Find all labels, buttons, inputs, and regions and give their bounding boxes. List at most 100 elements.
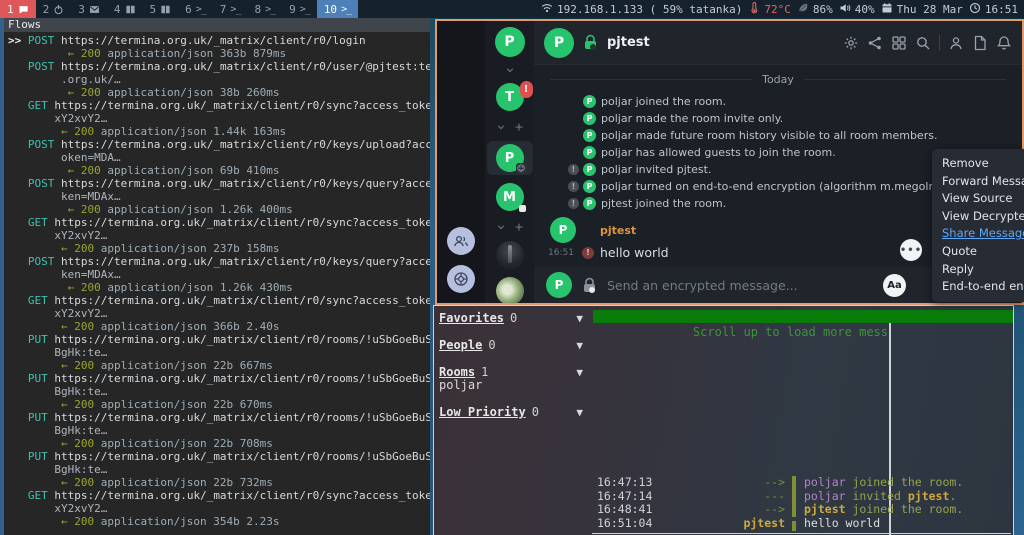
flow-request-line: GET https://termina.org.uk/_matrix/clien… — [8, 216, 430, 229]
search-icon[interactable] — [915, 35, 931, 51]
menu-item-share-message[interactable]: Share Message — [942, 225, 1024, 243]
format-button[interactable]: Aa — [883, 274, 906, 297]
flow-entry[interactable]: POST https://termina.org.uk/_matrix/clie… — [8, 138, 430, 177]
flow-cursor — [8, 255, 28, 268]
terminal-icon: >_ — [300, 4, 310, 15]
flow-meta: application/json 38b 260ms — [101, 86, 280, 99]
room-avatar-photo[interactable] — [496, 277, 524, 305]
people-fab-button[interactable] — [447, 227, 475, 255]
file-icon[interactable] — [972, 35, 988, 51]
flow-url-wrap: BgHk:te… — [8, 463, 430, 476]
add-room-icon[interactable] — [514, 117, 524, 136]
flow-entry[interactable]: PUT https://termina.org.uk/_matrix/clien… — [8, 411, 430, 450]
workspace-number: 4 — [114, 3, 121, 16]
status-net: 192.168.1.133 ( 59% tatanka) — [541, 2, 742, 17]
flow-response-line: ← 200 application/json 22b 708ms — [8, 437, 430, 450]
flow-entry[interactable]: >> POST https://termina.org.uk/_matrix/c… — [8, 34, 430, 60]
workspace-8[interactable]: 8>_ — [247, 0, 282, 18]
room-avatar-t[interactable]: T! — [496, 83, 524, 111]
workspace-10[interactable]: 10>_ — [317, 0, 358, 18]
power-icon — [53, 4, 64, 15]
flow-request-line: GET https://termina.org.uk/_matrix/clien… — [8, 294, 430, 307]
room-avatar[interactable]: P — [544, 28, 574, 58]
mitmproxy-window: Flows >> POST https://termina.org.uk/_ma… — [0, 18, 430, 535]
menu-item-forward-message[interactable]: Forward Message — [942, 173, 1024, 191]
status-area: 192.168.1.133 ( 59% tatanka)72°C86%40%Th… — [541, 2, 1024, 17]
flow-meta: application/json 22b 667ms — [94, 359, 273, 372]
room-avatar-m[interactable]: M — [496, 183, 524, 211]
flow-entry[interactable]: POST https://termina.org.uk/_matrix/clie… — [8, 177, 430, 216]
menu-item-reply[interactable]: Reply — [942, 261, 1024, 279]
status-vol: 40% — [839, 2, 875, 17]
menu-item-view-source[interactable]: View Source — [942, 190, 1024, 208]
timeline-event[interactable]: Ppoljar made future room history visible… — [534, 127, 1022, 144]
workspace-6[interactable]: 6>_ — [178, 0, 213, 18]
terminal-message: 16:48:41-->pjtest joined the room. — [597, 503, 887, 517]
workspace-9[interactable]: 9>_ — [282, 0, 317, 18]
flow-entry[interactable]: GET https://termina.org.uk/_matrix/clien… — [8, 216, 430, 255]
add-room-icon[interactable] — [514, 217, 524, 236]
workspace-2[interactable]: 2 — [36, 0, 72, 18]
flow-entry[interactable]: GET https://termina.org.uk/_matrix/clien… — [8, 294, 430, 333]
collapse-triangle-icon[interactable]: ▼ — [576, 312, 583, 325]
flow-entry[interactable]: POST https://termina.org.uk/_matrix/clie… — [8, 255, 430, 294]
workspace-1[interactable]: 1 — [0, 0, 36, 18]
room-avatar-p[interactable]: P☺ — [496, 144, 524, 172]
collapse-triangle-icon[interactable]: ▼ — [576, 339, 583, 352]
collapse-triangle-icon[interactable]: ▼ — [576, 406, 583, 419]
message-input[interactable]: Send an encrypted message... — [607, 278, 873, 293]
message-options-button[interactable]: ••• — [900, 239, 922, 261]
flow-entry[interactable]: PUT https://termina.org.uk/_matrix/clien… — [8, 333, 430, 372]
flow-method: PUT — [28, 411, 48, 424]
chevron-down-icon[interactable] — [505, 65, 515, 75]
room-entry[interactable]: poljar — [439, 379, 589, 392]
flow-list[interactable]: >> POST https://termina.org.uk/_matrix/c… — [4, 32, 430, 528]
sender-avatar[interactable]: P — [550, 217, 576, 243]
menu-item-end-to-end-encry[interactable]: End-to-end encry — [942, 278, 1024, 296]
event-avatar: P — [583, 146, 596, 159]
flow-entry[interactable]: GET https://termina.org.uk/_matrix/clien… — [8, 99, 430, 138]
flow-request-line: PUT https://termina.org.uk/_matrix/clien… — [8, 411, 430, 424]
workspace-4[interactable]: 4 — [107, 0, 143, 18]
flow-meta: application/json 366b 2.40s — [94, 320, 279, 333]
top-bar: 123456>_7>_8>_9>_10>_ 192.168.1.133 ( 59… — [0, 0, 1024, 18]
flow-cursor — [8, 411, 28, 424]
flow-response-line: ← 200 application/json 69b 410ms — [8, 164, 430, 177]
menu-item-view-decrypted-s[interactable]: View Decrypted S — [942, 208, 1024, 226]
workspace-3[interactable]: 3 — [71, 0, 107, 18]
section-header[interactable]: Low Priority0▼ — [439, 406, 589, 419]
menu-item-quote[interactable]: Quote — [942, 243, 1024, 261]
timeline-event[interactable]: Ppoljar made the room invite only. — [534, 110, 1022, 127]
status-net-text: 192.168.1.133 ( 59% tatanka) — [557, 3, 742, 16]
help-fab-button[interactable] — [447, 265, 475, 293]
chevron-down-icon[interactable] — [496, 217, 506, 236]
flow-status: ← 200 — [8, 515, 94, 528]
workspace-number: 6 — [185, 3, 192, 16]
bell-icon[interactable] — [996, 35, 1012, 51]
sender-name: pjtest — [600, 224, 636, 237]
flow-entry[interactable]: POST https://termina.org.uk/_matrix/clie… — [8, 60, 430, 99]
flow-entry[interactable]: PUT https://termina.org.uk/_matrix/clien… — [8, 372, 430, 411]
status-bar-green — [593, 310, 1013, 323]
day-divider: Today — [534, 73, 1022, 86]
flow-entry[interactable]: GET https://termina.org.uk/_matrix/clien… — [8, 489, 430, 528]
gear-icon[interactable] — [843, 35, 859, 51]
timeline-event[interactable]: Ppoljar joined the room. — [534, 93, 1022, 110]
section-count: 0 — [532, 406, 539, 419]
menu-item-remove[interactable]: Remove — [942, 155, 1024, 173]
collapse-triangle-icon[interactable]: ▼ — [576, 366, 583, 379]
section-header[interactable]: Favorites0▼ — [439, 312, 589, 325]
thermometer-icon — [748, 2, 760, 17]
workspace-7[interactable]: 7>_ — [213, 0, 248, 18]
section-header[interactable]: People0▼ — [439, 339, 589, 352]
flow-entry[interactable]: PUT https://termina.org.uk/_matrix/clien… — [8, 450, 430, 489]
share-icon[interactable] — [867, 35, 883, 51]
grid-icon[interactable] — [891, 35, 907, 51]
room-avatar-tower[interactable] — [496, 241, 524, 269]
chevron-down-icon[interactable] — [496, 117, 506, 136]
flow-method: POST — [28, 138, 55, 151]
workspace-5[interactable]: 5 — [143, 0, 179, 18]
flow-meta: application/json 22b 670ms — [94, 398, 273, 411]
account-avatar[interactable]: P — [495, 27, 525, 57]
profile-icon[interactable] — [948, 35, 964, 51]
